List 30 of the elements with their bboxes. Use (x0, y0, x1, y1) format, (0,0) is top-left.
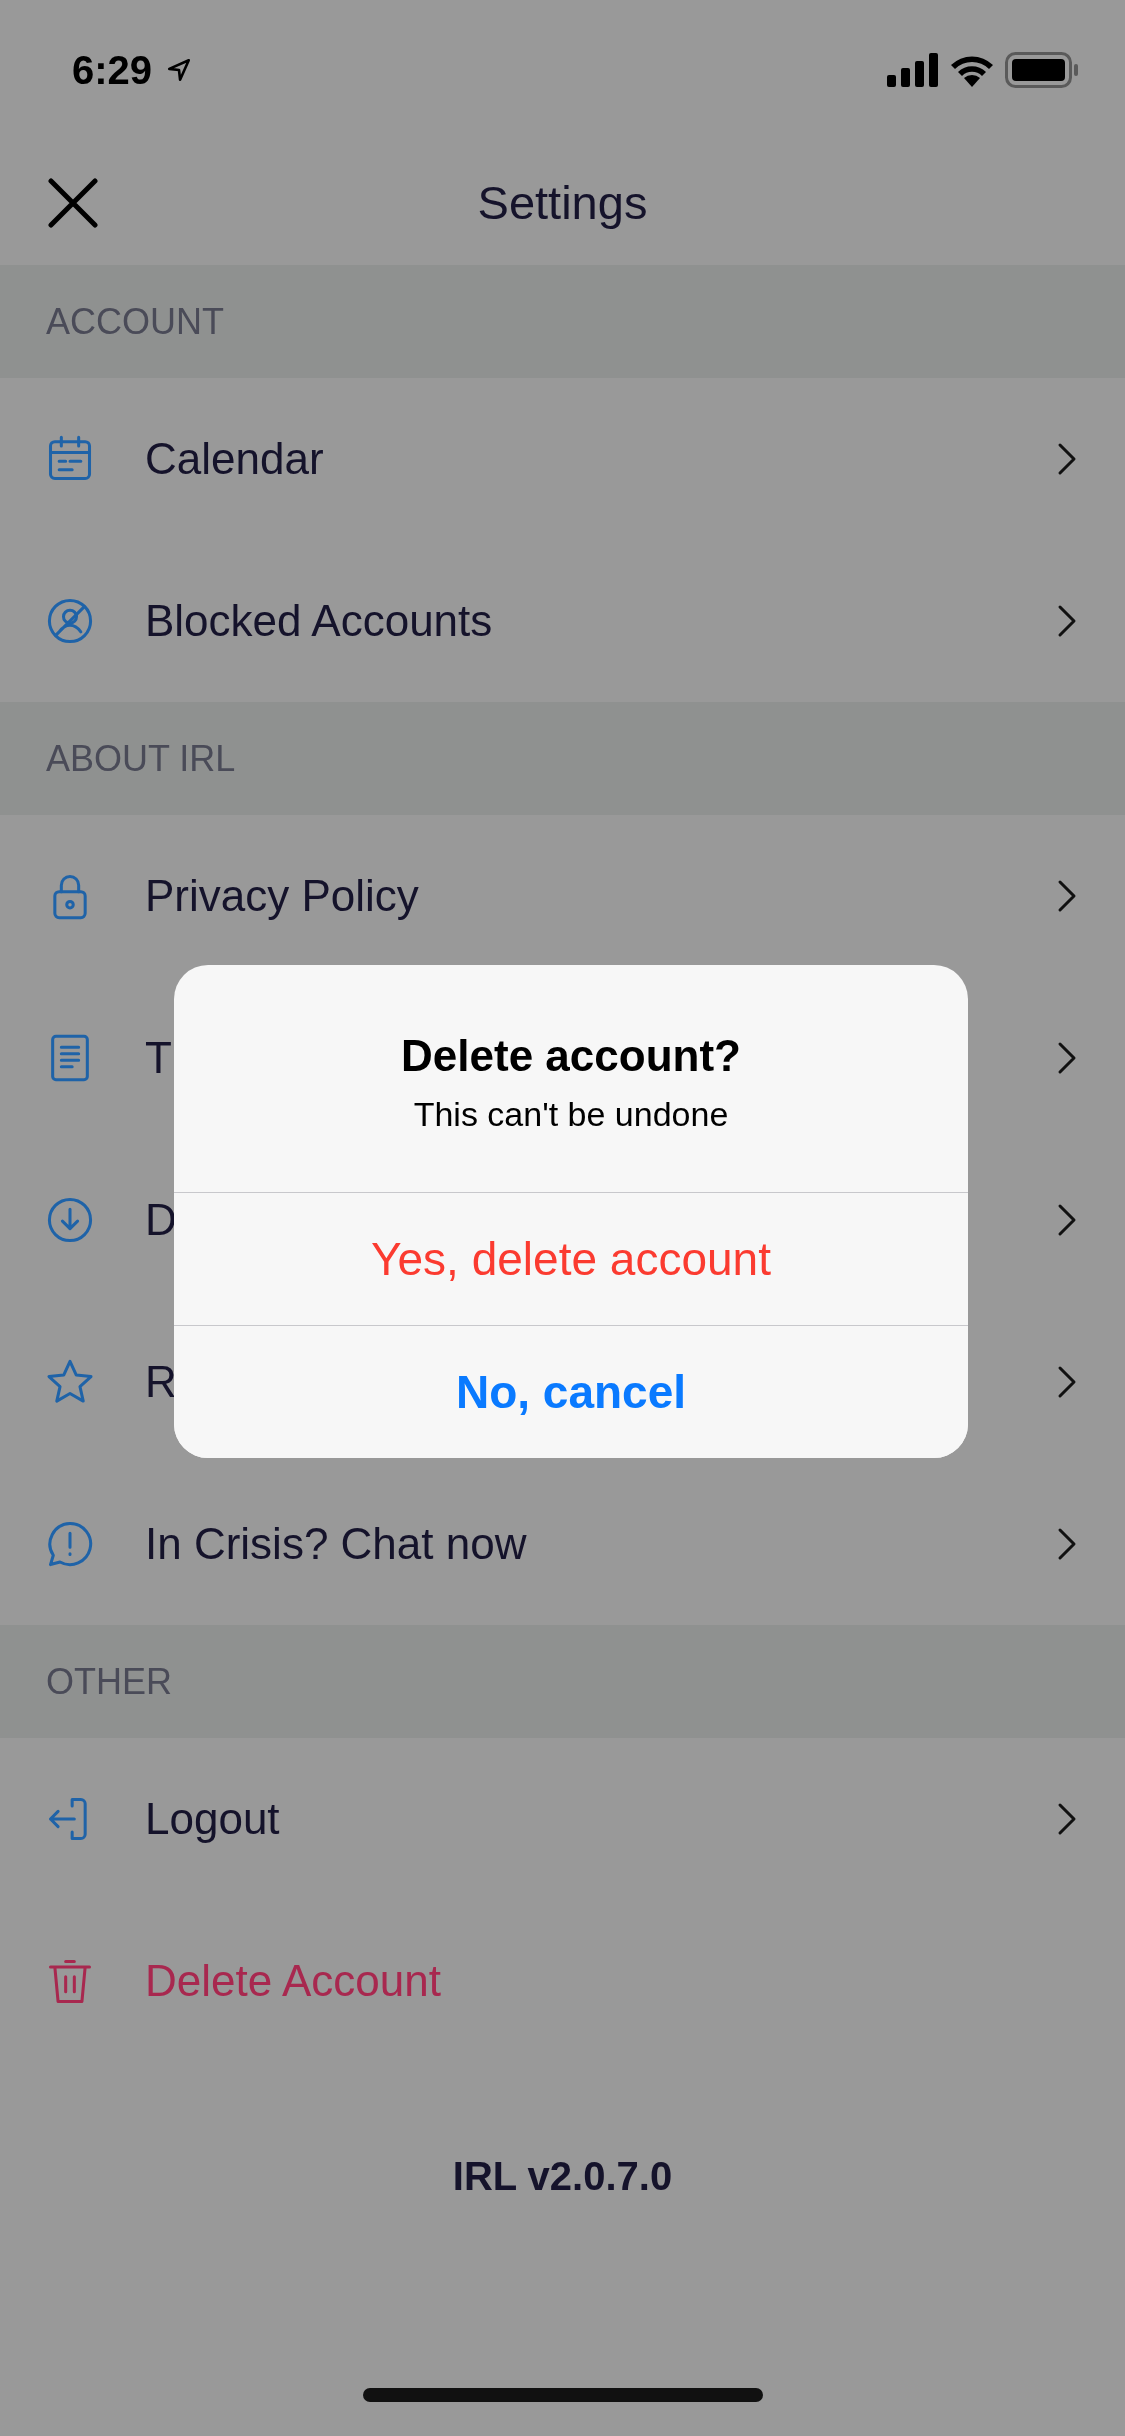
alert-title: Delete account? (400, 1031, 742, 1081)
signal-icon (887, 53, 939, 87)
settings-item[interactable]: Logout (145, 1794, 280, 1844)
chevron-right-icon (1057, 1365, 1077, 1399)
screen-title: Settings (477, 175, 648, 230)
section-header: ABOUT IRL (0, 702, 1125, 815)
chevron-right-icon (1057, 604, 1077, 638)
app-version: IRL v2.0.7.0 (451, 2154, 674, 2199)
settings-item[interactable]: T (145, 1033, 172, 1083)
chevron-right-icon (1057, 879, 1077, 913)
chevron-right-icon (1057, 1041, 1077, 1075)
chevron-right-icon (1057, 1527, 1077, 1561)
chevron-right-icon (1057, 442, 1077, 476)
settings-item[interactable]: D (145, 1195, 177, 1245)
location-arrow-icon (166, 57, 193, 83)
settings-item[interactable]: In Crisis? Chat now (145, 1519, 527, 1569)
section-header: ACCOUNT (0, 265, 1125, 378)
settings-item[interactable]: Calendar (145, 434, 324, 484)
battery-icon (1005, 52, 1079, 88)
status-time: 6:29 (72, 47, 153, 93)
section-header: OTHER (0, 1625, 1125, 1738)
settings-item[interactable]: Blocked Accounts (145, 596, 493, 646)
close-icon[interactable] (48, 178, 98, 228)
chevron-right-icon (1057, 1203, 1077, 1237)
alert-action-button[interactable]: No, cancel (174, 1325, 968, 1458)
wifi-icon (949, 53, 995, 87)
chevron-right-icon (1057, 1802, 1077, 1836)
settings-item[interactable]: R (145, 1357, 177, 1407)
alert-message: This can't be undone (412, 1095, 730, 1134)
settings-item[interactable]: Privacy Policy (145, 871, 419, 921)
